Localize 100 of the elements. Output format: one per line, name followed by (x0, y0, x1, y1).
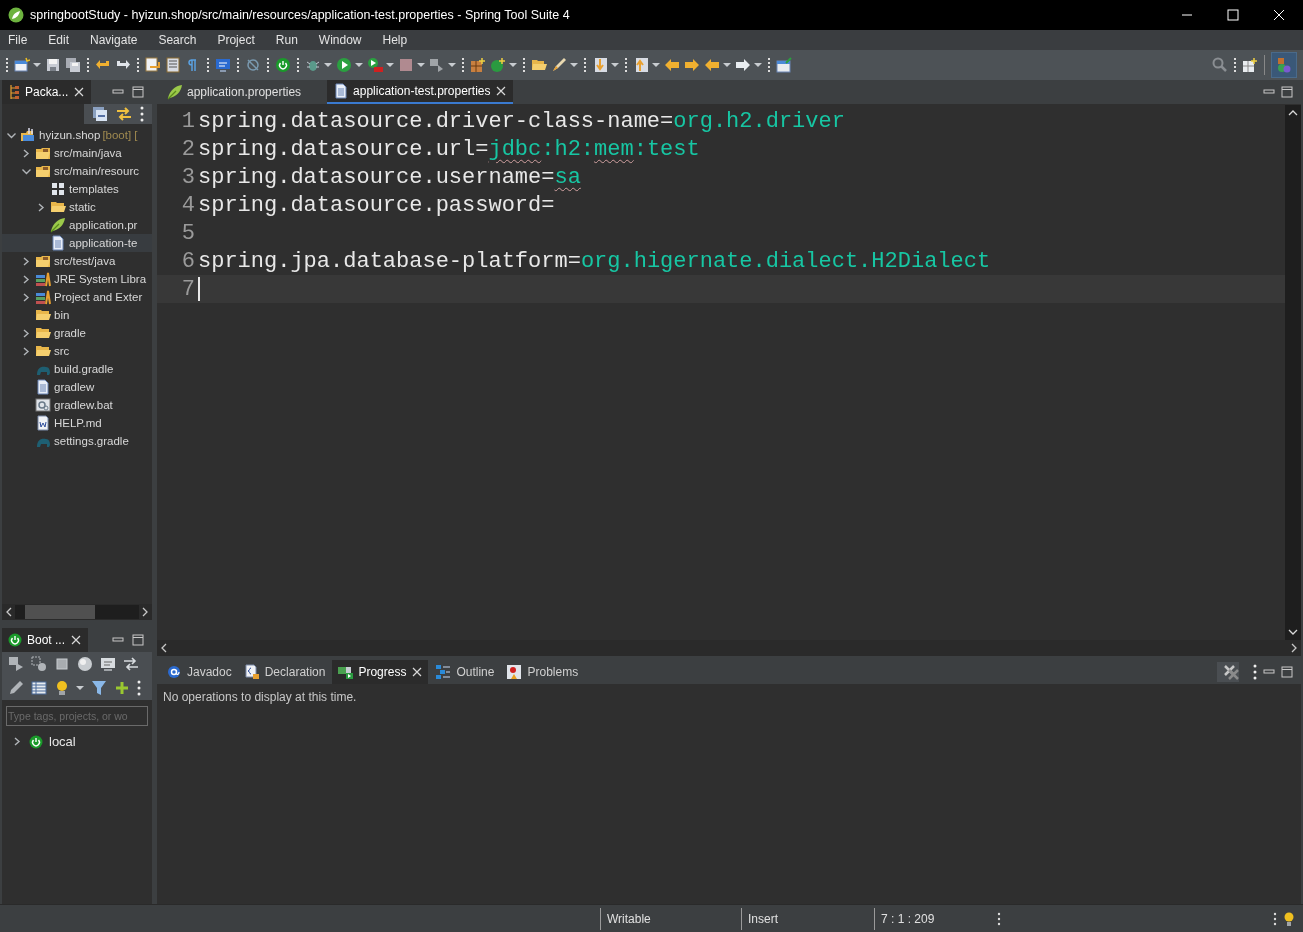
caret-icon[interactable] (76, 685, 84, 691)
code-line[interactable]: spring.datasource.username=sa (198, 164, 581, 190)
tree-item[interactable]: settings.gradle (54, 435, 129, 447)
tree-item[interactable]: hyizun.shop (39, 129, 101, 141)
scroll-thumb[interactable] (25, 605, 95, 619)
forward-edit-arrow-icon[interactable] (684, 57, 700, 73)
text-block-icon[interactable] (165, 57, 181, 73)
more-options-icon[interactable] (997, 911, 1001, 926)
chevron-right-icon[interactable] (21, 291, 32, 303)
tree-item[interactable]: bin (54, 309, 70, 321)
tree-item[interactable]: src (54, 345, 70, 357)
selected-row-highlight[interactable]: application-te (2, 234, 152, 252)
editor-tab[interactable]: application.properties (161, 80, 308, 104)
caret-icon[interactable] (723, 62, 731, 68)
code-line[interactable]: spring.datasource.password= (198, 192, 555, 218)
save-icon[interactable] (45, 57, 61, 73)
tree-item[interactable]: build.gradle (54, 363, 114, 375)
tree-item[interactable]: gradlew (54, 381, 95, 393)
view-tab[interactable]: Declaration (238, 660, 331, 684)
caret-icon[interactable] (652, 62, 660, 68)
open-folder-icon[interactable] (531, 57, 547, 73)
filter-icon[interactable] (91, 680, 107, 696)
stop-square-icon[interactable] (54, 656, 70, 672)
tree-item[interactable]: application.pr (69, 219, 138, 231)
maximize-icon[interactable] (132, 86, 144, 98)
tree-item[interactable]: static (69, 201, 96, 213)
caret-icon[interactable] (355, 62, 363, 68)
tree-item[interactable]: gradle (54, 327, 86, 339)
menu-item[interactable]: File (8, 33, 38, 47)
tree-item[interactable]: Project and Exter (54, 291, 143, 303)
new-window-icon[interactable] (14, 57, 30, 73)
cursor-play-icon[interactable] (8, 656, 24, 672)
menu-item[interactable]: Help (382, 33, 418, 47)
more-options-icon[interactable] (137, 680, 141, 696)
monitor-icon[interactable] (100, 656, 116, 672)
power-icon[interactable] (275, 57, 291, 73)
horizontal-scrollbar[interactable] (2, 604, 152, 620)
close-icon[interactable] (494, 85, 507, 97)
tree-item[interactable]: application-te (69, 237, 138, 249)
code-line[interactable]: spring.jpa.database-platform=org.higernate.dialect.H2Dialect (198, 248, 991, 274)
menu-item[interactable]: Navigate (90, 33, 148, 47)
caret-icon[interactable] (570, 62, 578, 68)
crossed-circle-icon[interactable] (245, 57, 261, 73)
maximize-icon[interactable] (132, 634, 144, 646)
brush-icon[interactable] (551, 57, 567, 73)
view-tab[interactable]: Problems (501, 660, 584, 684)
lightbulb-icon[interactable] (54, 680, 70, 696)
sphere-icon[interactable] (77, 656, 93, 672)
caret-icon[interactable] (33, 62, 41, 68)
monitor-icon[interactable] (215, 57, 231, 73)
chevron-right-icon[interactable] (21, 327, 32, 339)
open-perspective-icon[interactable] (1242, 57, 1258, 73)
tree-item[interactable]: templates (69, 183, 119, 195)
run-icon[interactable] (336, 57, 352, 73)
chevron-right-icon[interactable] (21, 273, 32, 285)
editor-tab[interactable]: application-test.properties (327, 80, 513, 104)
caret-icon[interactable] (448, 62, 456, 68)
view-tab[interactable]: Outline (430, 660, 500, 684)
view-tab[interactable]: Boot ... (2, 628, 89, 652)
menu-item[interactable]: Window (318, 33, 372, 47)
tree-item[interactable]: local (49, 734, 76, 749)
menu-item[interactable]: Search (158, 33, 207, 47)
caret-icon[interactable] (417, 62, 425, 68)
up-arrow-document-icon[interactable] (633, 57, 649, 73)
view-tab[interactable]: Javadoc (161, 660, 237, 684)
chevron-right-icon[interactable] (12, 736, 23, 747)
plus-icon[interactable] (114, 680, 130, 696)
chevron-right-icon[interactable] (21, 345, 32, 357)
tree-item[interactable]: JRE System Libra (54, 273, 147, 285)
caret-icon[interactable] (611, 62, 619, 68)
chevron-right-icon[interactable] (21, 147, 32, 159)
close-icon[interactable] (411, 666, 424, 678)
more-options-icon[interactable] (140, 106, 144, 122)
more-options-icon[interactable] (1273, 911, 1277, 926)
caret-icon[interactable] (754, 62, 762, 68)
lightbulb-icon[interactable] (1283, 911, 1295, 926)
class-plus-icon[interactable] (490, 57, 506, 73)
code-line[interactable]: spring.datasource.url=jdbc:h2:mem:test (198, 136, 700, 162)
tree-item[interactable]: src/main/java (54, 147, 122, 159)
menu-item[interactable]: Run (275, 33, 308, 47)
collapse-all-icon[interactable] (92, 106, 108, 122)
window-pin-icon[interactable] (776, 57, 792, 73)
caret-icon[interactable] (509, 62, 517, 68)
caret-icon[interactable] (386, 62, 394, 68)
save-all-icon[interactable] (65, 57, 81, 73)
pencil-icon[interactable] (8, 680, 24, 696)
down-arrow-document-icon[interactable] (592, 57, 608, 73)
view-tab[interactable]: Packa... (2, 80, 92, 104)
back-arrow-icon[interactable] (704, 57, 720, 73)
remove-all-button[interactable] (1217, 662, 1239, 682)
swap-arrows-icon[interactable] (123, 656, 139, 672)
menu-item[interactable]: Project (217, 33, 265, 47)
back-edit-arrow-icon[interactable] (664, 57, 680, 73)
caret-icon[interactable] (324, 62, 332, 68)
tree-item[interactable]: gradlew.bat (54, 399, 113, 411)
forward-arrow-icon[interactable] (735, 57, 751, 73)
close-icon[interactable] (70, 634, 83, 646)
menu-item[interactable]: Edit (48, 33, 80, 47)
view-tab[interactable]: Progress (332, 660, 429, 684)
maximize-icon[interactable] (1281, 86, 1293, 98)
